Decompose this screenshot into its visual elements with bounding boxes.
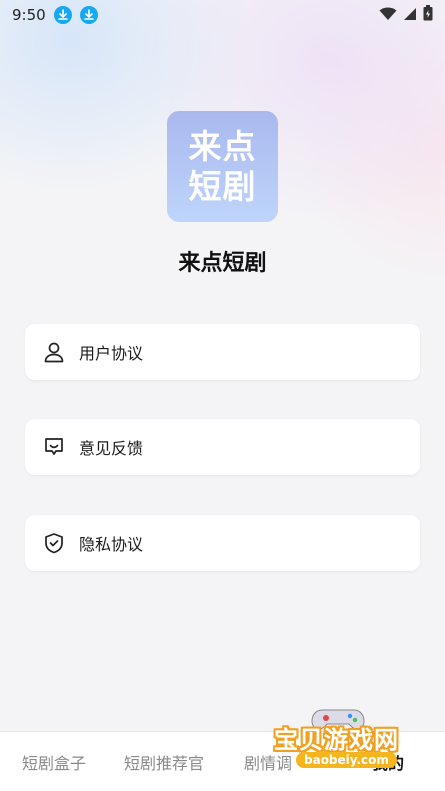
logo-text-line1: 来点 (188, 126, 257, 166)
menu-item-label: 隐私协议 (79, 535, 144, 554)
watermark: 宝贝游戏网 baobeiy.com (268, 700, 438, 790)
nav-tab-drama-recommender[interactable]: 短剧推荐官 (124, 750, 204, 774)
app-name: 来点短剧 (178, 251, 267, 276)
shield-check-icon (43, 532, 65, 554)
watermark-url: baobeiy.com (296, 752, 397, 768)
battery-icon (423, 5, 433, 25)
menu-item-feedback[interactable]: 意见反馈 (25, 419, 420, 475)
download-icon (79, 6, 98, 24)
status-icons (379, 5, 433, 25)
logo-text-line2: 短剧 (188, 166, 257, 206)
user-icon (43, 341, 65, 363)
menu-item-label: 意见反馈 (79, 439, 144, 458)
menu-item-user-agreement[interactable]: 用户协议 (25, 324, 420, 380)
menu-item-label: 用户协议 (79, 344, 144, 363)
signal-icon (403, 6, 417, 25)
wifi-icon (379, 6, 397, 25)
download-icon (53, 6, 72, 24)
status-time: 9:50 (12, 6, 46, 24)
menu-item-privacy-policy[interactable]: 隐私协议 (25, 515, 420, 571)
status-bar: 9:50 (0, 0, 445, 30)
app-logo: 来点 短剧 (167, 111, 278, 222)
nav-tab-drama-box[interactable]: 短剧盒子 (22, 750, 86, 774)
feedback-icon (43, 436, 65, 458)
watermark-text: 宝贝游戏网 (274, 726, 399, 754)
